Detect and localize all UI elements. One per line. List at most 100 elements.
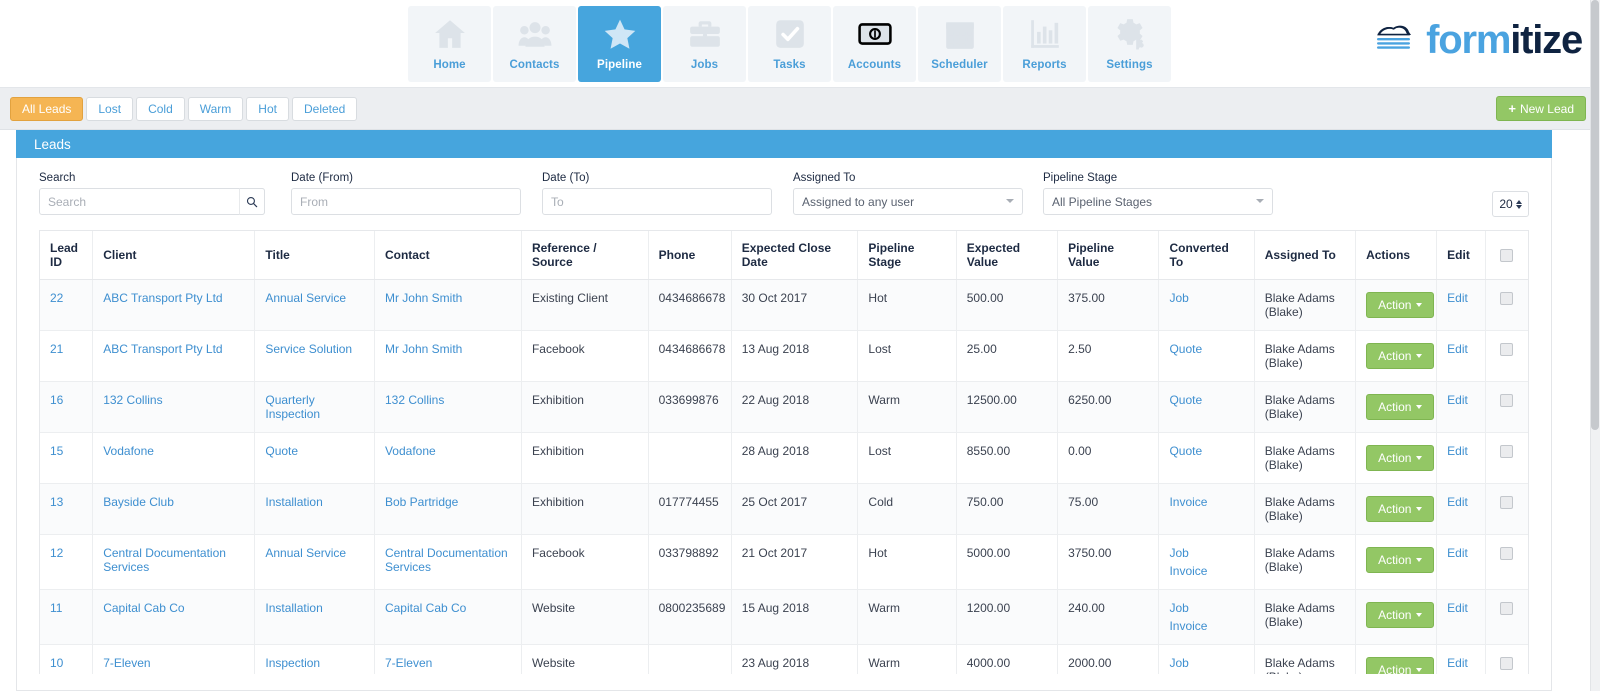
cell-contact[interactable]: Vodafone (374, 432, 521, 483)
cell-contact[interactable]: Capital Cab Co (374, 589, 521, 644)
client-link[interactable]: 7-Eleven (103, 656, 244, 670)
converted-to-link[interactable]: Quote (1169, 444, 1243, 458)
date-from-input[interactable] (291, 188, 521, 215)
lead_id-link[interactable]: 13 (50, 495, 82, 509)
edit-link[interactable]: Edit (1447, 546, 1475, 560)
cell-lead_id[interactable]: 16 (40, 381, 93, 432)
contact-link[interactable]: Capital Cab Co (385, 601, 511, 615)
cell-client[interactable]: Bayside Club (93, 483, 255, 534)
column-header-pipeline-value[interactable]: Pipeline Value (1058, 231, 1159, 279)
cell-title[interactable]: Installation (255, 589, 375, 644)
column-header-reference-source[interactable]: Reference / Source (521, 231, 648, 279)
cell-title[interactable]: Quarterly Inspection (255, 381, 375, 432)
column-header-expected-close-date[interactable]: Expected Close Date (731, 231, 858, 279)
pipeline-stage-select[interactable] (1043, 188, 1273, 215)
column-header-phone[interactable]: Phone (648, 231, 731, 279)
nav-item-accounts[interactable]: Accounts (833, 6, 916, 82)
converted-to-link[interactable]: Job (1169, 656, 1243, 670)
cell-lead_id[interactable]: 10 (40, 644, 93, 674)
cell-title[interactable]: Installation (255, 483, 375, 534)
lead_id-link[interactable]: 11 (50, 601, 82, 615)
cell-lead_id[interactable]: 11 (40, 589, 93, 644)
edit-link[interactable]: Edit (1447, 495, 1475, 509)
cell-edit[interactable]: Edit (1437, 381, 1486, 432)
lead_id-link[interactable]: 22 (50, 291, 82, 305)
nav-item-jobs[interactable]: Jobs (663, 6, 746, 82)
nav-item-pipeline[interactable]: Pipeline (578, 6, 661, 82)
column-header-actions[interactable]: Actions (1356, 231, 1437, 279)
row-select-checkbox[interactable] (1500, 602, 1513, 615)
cell-client[interactable]: ABC Transport Pty Ltd (93, 330, 255, 381)
search-input[interactable] (39, 188, 265, 215)
converted-to-link[interactable]: Quote (1169, 393, 1243, 407)
cell-title[interactable]: Annual Service (255, 534, 375, 589)
row-select-checkbox[interactable] (1500, 292, 1513, 305)
cell-converted-to[interactable]: JobInvoice (1159, 534, 1254, 589)
cell-client[interactable]: Vodafone (93, 432, 255, 483)
contact-link[interactable]: Vodafone (385, 444, 511, 458)
nav-item-tasks[interactable]: Tasks (748, 6, 831, 82)
search-button[interactable] (239, 188, 265, 215)
client-link[interactable]: Bayside Club (103, 495, 244, 509)
column-header-converted-to[interactable]: Converted To (1159, 231, 1254, 279)
nav-item-home[interactable]: Home (408, 6, 491, 82)
cell-client[interactable]: ABC Transport Pty Ltd (93, 279, 255, 330)
edit-link[interactable]: Edit (1447, 444, 1475, 458)
column-header-title[interactable]: Title (255, 231, 375, 279)
column-header-pipeline-stage[interactable]: Pipeline Stage (858, 231, 956, 279)
cell-client[interactable]: Capital Cab Co (93, 589, 255, 644)
cell-lead_id[interactable]: 21 (40, 330, 93, 381)
cell-converted-to[interactable]: Quote (1159, 381, 1254, 432)
date-to-input[interactable] (542, 188, 772, 215)
converted-to-link[interactable]: Job (1169, 546, 1243, 560)
row-select-checkbox[interactable] (1500, 547, 1513, 560)
edit-link[interactable]: Edit (1447, 393, 1475, 407)
contact-link[interactable]: Bob Partridge (385, 495, 511, 509)
column-header-edit[interactable]: Edit (1437, 231, 1486, 279)
cell-edit[interactable]: Edit (1437, 432, 1486, 483)
client-link[interactable]: Capital Cab Co (103, 601, 244, 615)
row-select-checkbox[interactable] (1500, 657, 1513, 670)
column-header-client[interactable]: Client (93, 231, 255, 279)
nav-item-contacts[interactable]: Contacts (493, 6, 576, 82)
converted-to-link[interactable]: Invoice (1169, 619, 1243, 633)
converted-to-link[interactable]: Invoice (1169, 674, 1243, 675)
cell-lead_id[interactable]: 22 (40, 279, 93, 330)
action-dropdown-button[interactable]: Action (1366, 547, 1434, 573)
cell-contact[interactable]: 132 Collins (374, 381, 521, 432)
title-link[interactable]: Quote (265, 444, 364, 458)
cell-contact[interactable]: Central Documentation Services (374, 534, 521, 589)
page-scrollbar[interactable] (1590, 0, 1600, 691)
title-link[interactable]: Quarterly Inspection (265, 393, 364, 421)
edit-link[interactable]: Edit (1447, 342, 1475, 356)
action-dropdown-button[interactable]: Action (1366, 292, 1434, 318)
cell-lead_id[interactable]: 12 (40, 534, 93, 589)
contact-link[interactable]: 132 Collins (385, 393, 511, 407)
cell-title[interactable]: Inspection (255, 644, 375, 674)
cell-edit[interactable]: Edit (1437, 589, 1486, 644)
contact-link[interactable]: Mr John Smith (385, 342, 511, 356)
action-dropdown-button[interactable]: Action (1366, 657, 1434, 675)
cell-edit[interactable]: Edit (1437, 330, 1486, 381)
nav-item-scheduler[interactable]: Scheduler (918, 6, 1001, 82)
client-link[interactable]: Vodafone (103, 444, 244, 458)
cell-client[interactable]: 132 Collins (93, 381, 255, 432)
title-link[interactable]: Service Solution (265, 342, 364, 356)
row-select-checkbox[interactable] (1500, 394, 1513, 407)
row-select-checkbox[interactable] (1500, 343, 1513, 356)
cell-converted-to[interactable]: Quote (1159, 330, 1254, 381)
lead_id-link[interactable]: 15 (50, 444, 82, 458)
client-link[interactable]: ABC Transport Pty Ltd (103, 291, 244, 305)
cell-converted-to[interactable]: Quote (1159, 432, 1254, 483)
lead_id-link[interactable]: 16 (50, 393, 82, 407)
cell-edit[interactable]: Edit (1437, 279, 1486, 330)
client-link[interactable]: ABC Transport Pty Ltd (103, 342, 244, 356)
action-dropdown-button[interactable]: Action (1366, 343, 1434, 369)
tab-lost[interactable]: Lost (86, 97, 133, 121)
tab-cold[interactable]: Cold (136, 97, 185, 121)
title-link[interactable]: Inspection (265, 656, 364, 670)
cell-contact[interactable]: Mr John Smith (374, 279, 521, 330)
tab-warm[interactable]: Warm (188, 97, 244, 121)
cell-converted-to[interactable]: JobInvoice (1159, 589, 1254, 644)
client-link[interactable]: 132 Collins (103, 393, 244, 407)
